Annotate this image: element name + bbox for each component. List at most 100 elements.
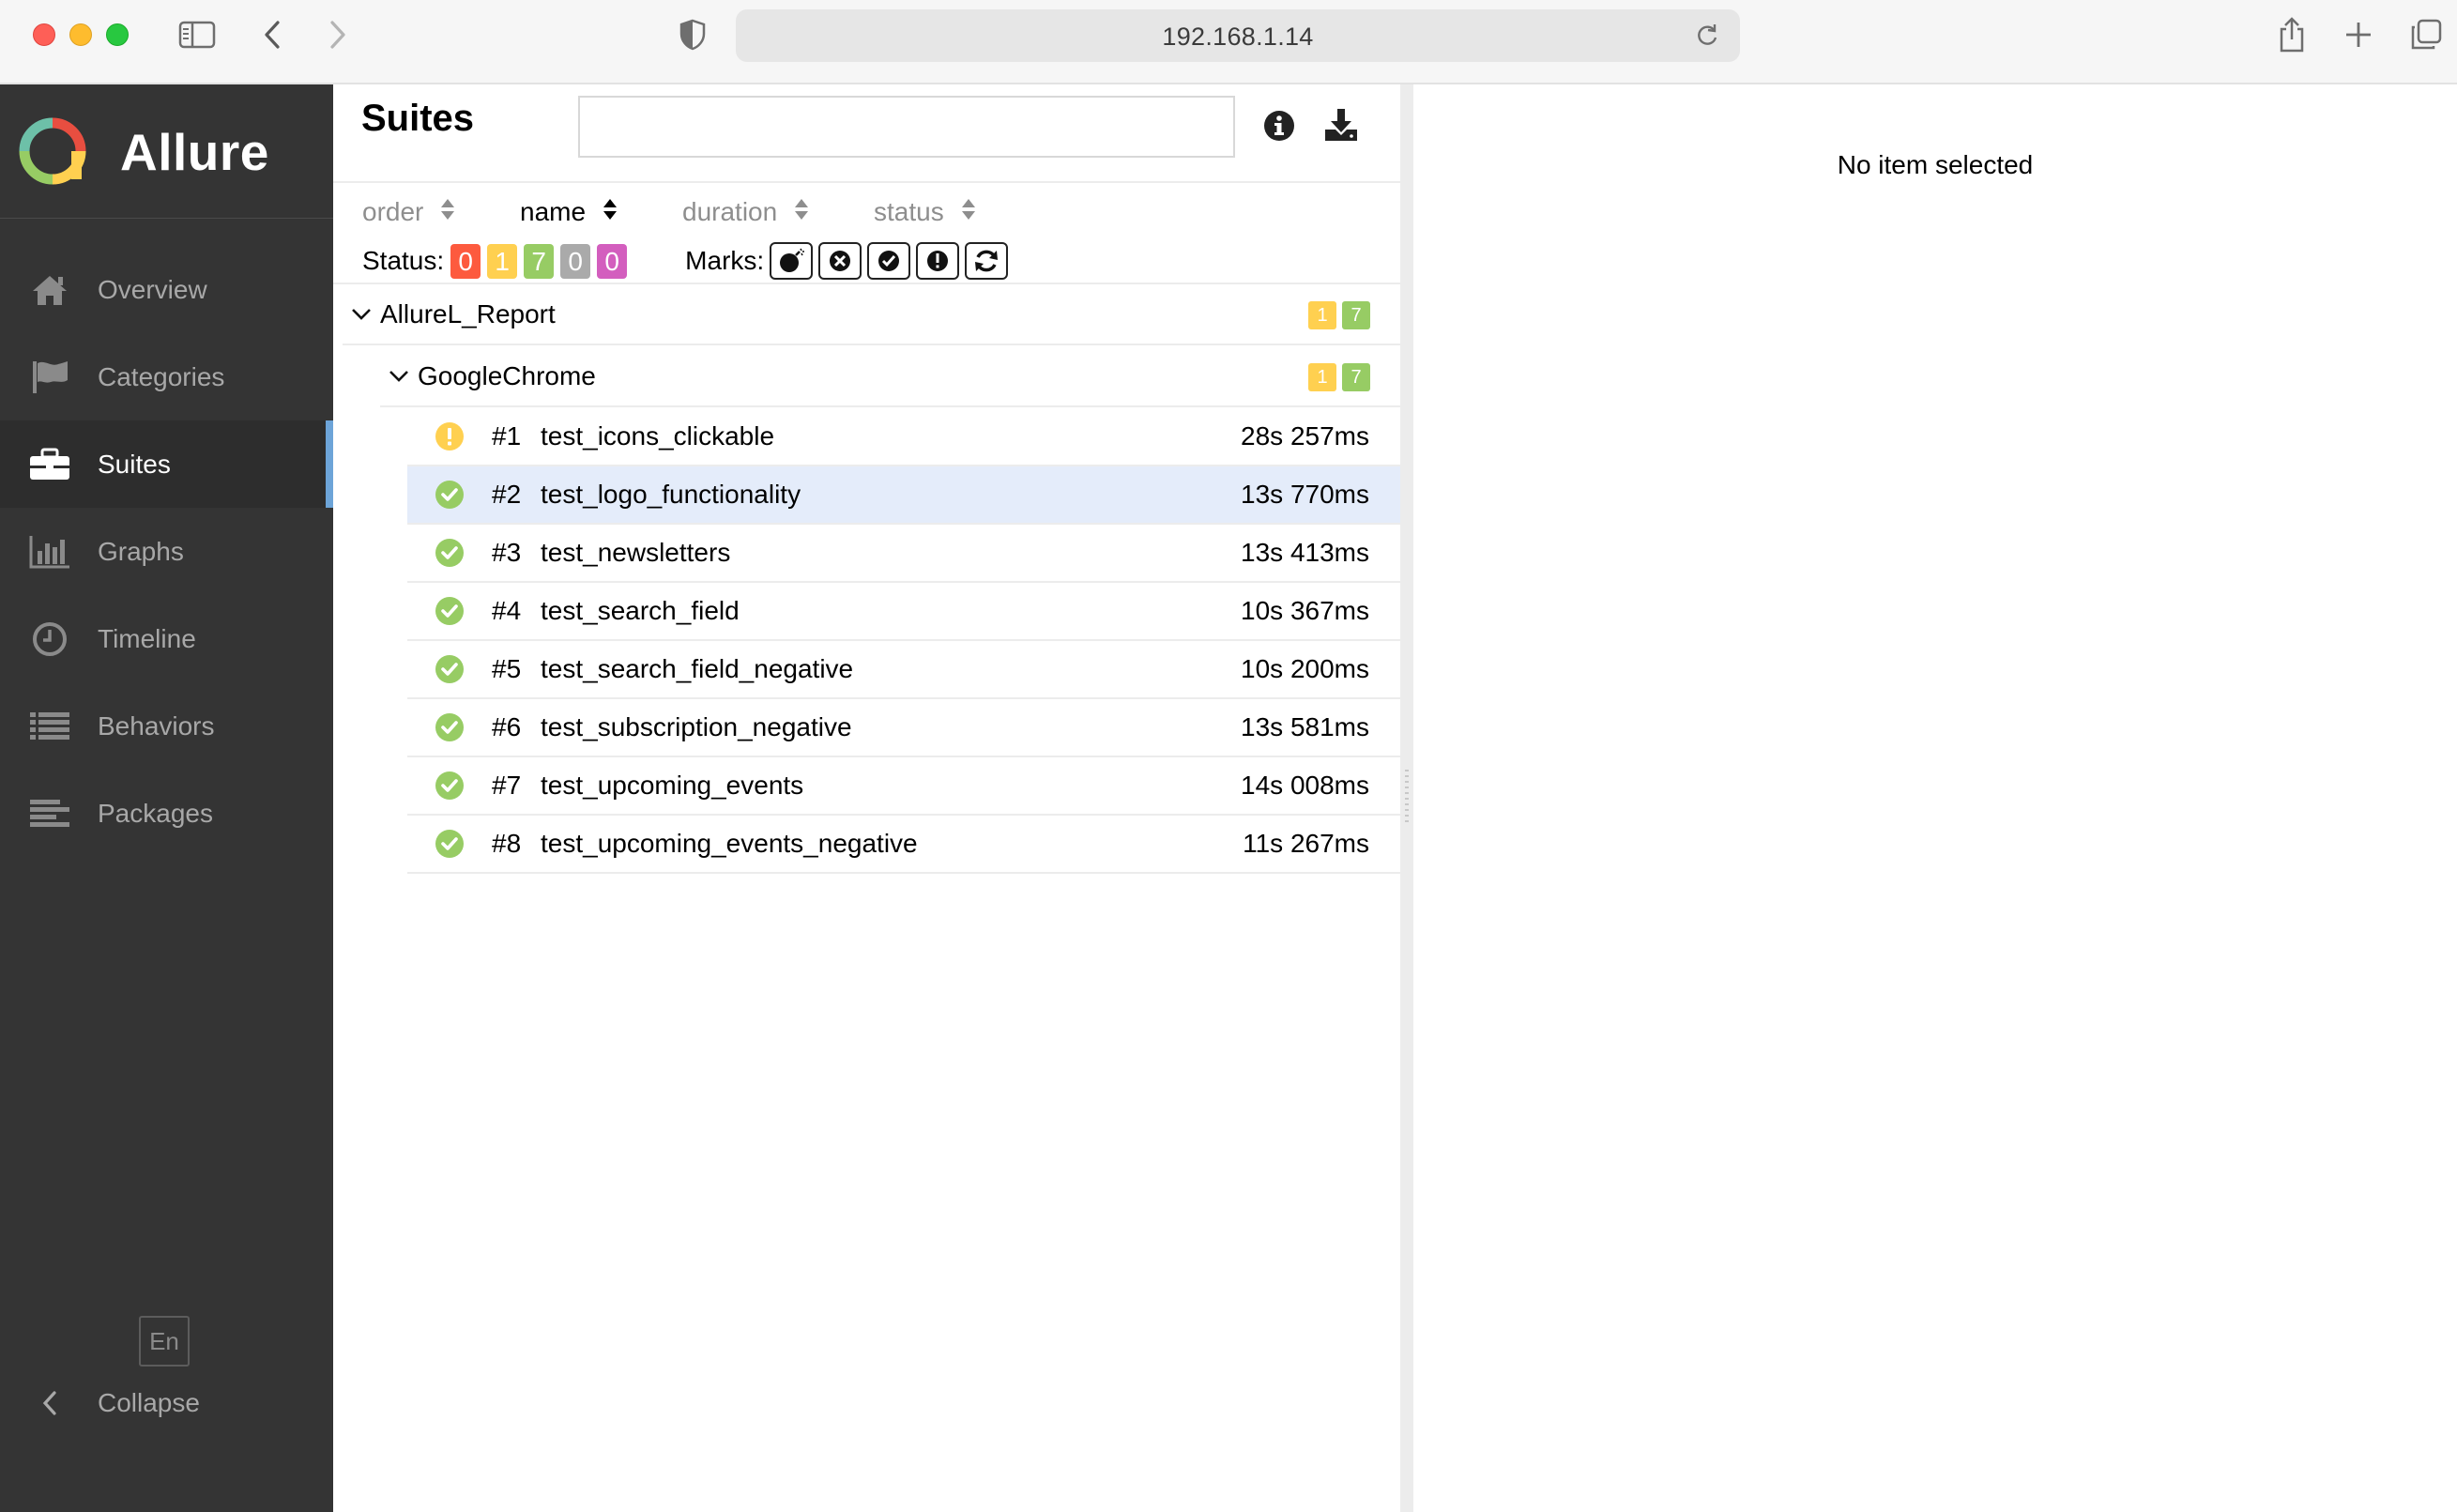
- test-number: #1: [492, 421, 522, 451]
- new-tab-icon[interactable]: [2343, 17, 2373, 53]
- sidebar-item-label: Suites: [98, 449, 171, 479]
- test-name: test_upcoming_events: [541, 771, 804, 800]
- test-duration: 14s 008ms: [1241, 771, 1369, 800]
- collapse-label: Collapse: [98, 1388, 200, 1417]
- test-row[interactable]: #6 test_subscription_negative 13s 581ms: [407, 699, 1400, 757]
- sort-icon: [440, 197, 455, 228]
- back-icon[interactable]: [261, 17, 283, 53]
- test-list: #1 test_icons_clickable 28s 257ms #2 tes…: [407, 408, 1400, 874]
- pane-splitter[interactable]: [1400, 84, 1413, 1512]
- tree-group-name: GoogleChrome: [418, 361, 596, 390]
- test-number: #7: [492, 771, 522, 800]
- window-close-button[interactable]: [33, 23, 55, 46]
- browser-toolbar: 192.168.1.14: [0, 0, 2457, 84]
- test-name: test_search_field: [541, 596, 740, 625]
- tab-overview-icon[interactable]: [2409, 17, 2443, 53]
- test-number: #4: [492, 596, 522, 625]
- tree-group-root[interactable]: AllureL_Report 1 7: [343, 285, 1400, 345]
- test-row[interactable]: #2 test_logo_functionality 13s 770ms: [407, 466, 1400, 525]
- briefcase-icon: [0, 448, 98, 481]
- sidebar-item-label: Overview: [98, 274, 207, 304]
- status-filter-failed[interactable]: 0: [450, 243, 481, 279]
- sidebar: Allure Overview Categories Suites Graphs: [0, 84, 333, 1512]
- passed-status-icon: [407, 654, 492, 684]
- sort-duration[interactable]: duration: [682, 193, 874, 231]
- sidebar-item-packages[interactable]: Packages: [0, 770, 333, 857]
- sort-order[interactable]: order: [362, 193, 520, 231]
- test-row[interactable]: #3 test_newsletters 13s 413ms: [407, 525, 1400, 583]
- window-minimize-button[interactable]: [69, 23, 92, 46]
- tree-group-name: AllureL_Report: [380, 299, 556, 328]
- sort-bar: order name duration status: [362, 193, 976, 231]
- test-row[interactable]: #1 test_icons_clickable 28s 257ms: [407, 408, 1400, 466]
- test-duration: 13s 413ms: [1241, 538, 1369, 567]
- download-icon[interactable]: [1322, 107, 1360, 147]
- sidebar-toggle-icon[interactable]: [178, 17, 216, 53]
- privacy-shield-icon[interactable]: [678, 17, 708, 53]
- search-input[interactable]: [578, 96, 1235, 158]
- brand[interactable]: Allure: [0, 84, 333, 219]
- status-filter-passed[interactable]: 7: [524, 243, 555, 279]
- sidebar-item-graphs[interactable]: Graphs: [0, 508, 333, 595]
- sidebar-item-suites[interactable]: Suites: [0, 420, 333, 508]
- language-switcher[interactable]: En: [139, 1316, 190, 1367]
- status-filter-unknown[interactable]: 0: [597, 243, 628, 279]
- window-zoom-button[interactable]: [106, 23, 129, 46]
- test-row[interactable]: #7 test_upcoming_events 14s 008ms: [407, 757, 1400, 816]
- broken-count-badge: 1: [1308, 301, 1336, 329]
- divider: [333, 181, 1400, 183]
- sort-status-label: status: [874, 197, 944, 226]
- status-filter-broken[interactable]: 1: [487, 243, 518, 279]
- sidebar-item-overview[interactable]: Overview: [0, 246, 333, 333]
- clock-icon: [0, 620, 98, 658]
- mark-new-failed-icon[interactable]: [770, 242, 814, 280]
- detail-pane: No item selected: [1413, 84, 2457, 1512]
- sidebar-item-behaviors[interactable]: Behaviors: [0, 682, 333, 770]
- forward-icon[interactable]: [327, 17, 349, 53]
- sidebar-item-label: Categories: [98, 361, 225, 391]
- sort-status[interactable]: status: [874, 193, 976, 231]
- splitter-grip[interactable]: [1405, 770, 1409, 826]
- test-duration: 10s 367ms: [1241, 596, 1369, 625]
- mark-broken-icon[interactable]: [916, 242, 960, 280]
- mark-retries-icon[interactable]: [965, 242, 1009, 280]
- passed-count-badge: 7: [1342, 301, 1370, 329]
- sort-name[interactable]: name: [520, 193, 682, 231]
- test-name: test_logo_functionality: [541, 480, 801, 509]
- test-row[interactable]: #4 test_search_field 10s 367ms: [407, 583, 1400, 641]
- brand-name: Allure: [120, 123, 269, 181]
- broken-status-icon: [407, 421, 492, 451]
- group-counts: 1 7: [1303, 363, 1370, 391]
- chevron-down-icon: [343, 308, 380, 321]
- test-row[interactable]: #5 test_search_field_negative 10s 200ms: [407, 641, 1400, 699]
- home-icon: [0, 273, 98, 307]
- info-icon[interactable]: [1262, 109, 1296, 147]
- list-icon: [0, 710, 98, 743]
- sort-duration-label: duration: [682, 197, 778, 226]
- address-bar[interactable]: 192.168.1.14: [736, 9, 1740, 62]
- allure-logo-icon: [19, 117, 86, 190]
- share-icon[interactable]: [2277, 17, 2307, 53]
- test-row[interactable]: #8 test_upcoming_events_negative 11s 267…: [407, 816, 1400, 874]
- sort-icon: [794, 197, 809, 228]
- sidebar-item-timeline[interactable]: Timeline: [0, 595, 333, 682]
- test-name: test_newsletters: [541, 538, 731, 567]
- test-number: #2: [492, 480, 522, 509]
- status-filter-skipped[interactable]: 0: [560, 243, 591, 279]
- divider: [333, 283, 1400, 284]
- chevron-down-icon: [380, 370, 418, 383]
- collapse-button[interactable]: Collapse: [0, 1370, 333, 1436]
- sidebar-item-categories[interactable]: Categories: [0, 333, 333, 420]
- test-duration: 11s 267ms: [1243, 829, 1369, 858]
- mark-passed-icon[interactable]: [867, 242, 911, 280]
- url-text: 192.168.1.14: [1162, 23, 1314, 51]
- reload-icon[interactable]: [1695, 23, 1719, 53]
- test-number: #6: [492, 712, 522, 741]
- mark-flaky-icon[interactable]: [818, 242, 862, 280]
- sidebar-nav: Overview Categories Suites Graphs Timeli…: [0, 246, 333, 857]
- marks-label: Marks:: [685, 246, 765, 275]
- tree-group-child[interactable]: GoogleChrome 1 7: [380, 347, 1400, 407]
- align-left-icon: [0, 797, 98, 831]
- broken-count-badge: 1: [1308, 363, 1336, 391]
- page-title: Suites: [361, 98, 475, 139]
